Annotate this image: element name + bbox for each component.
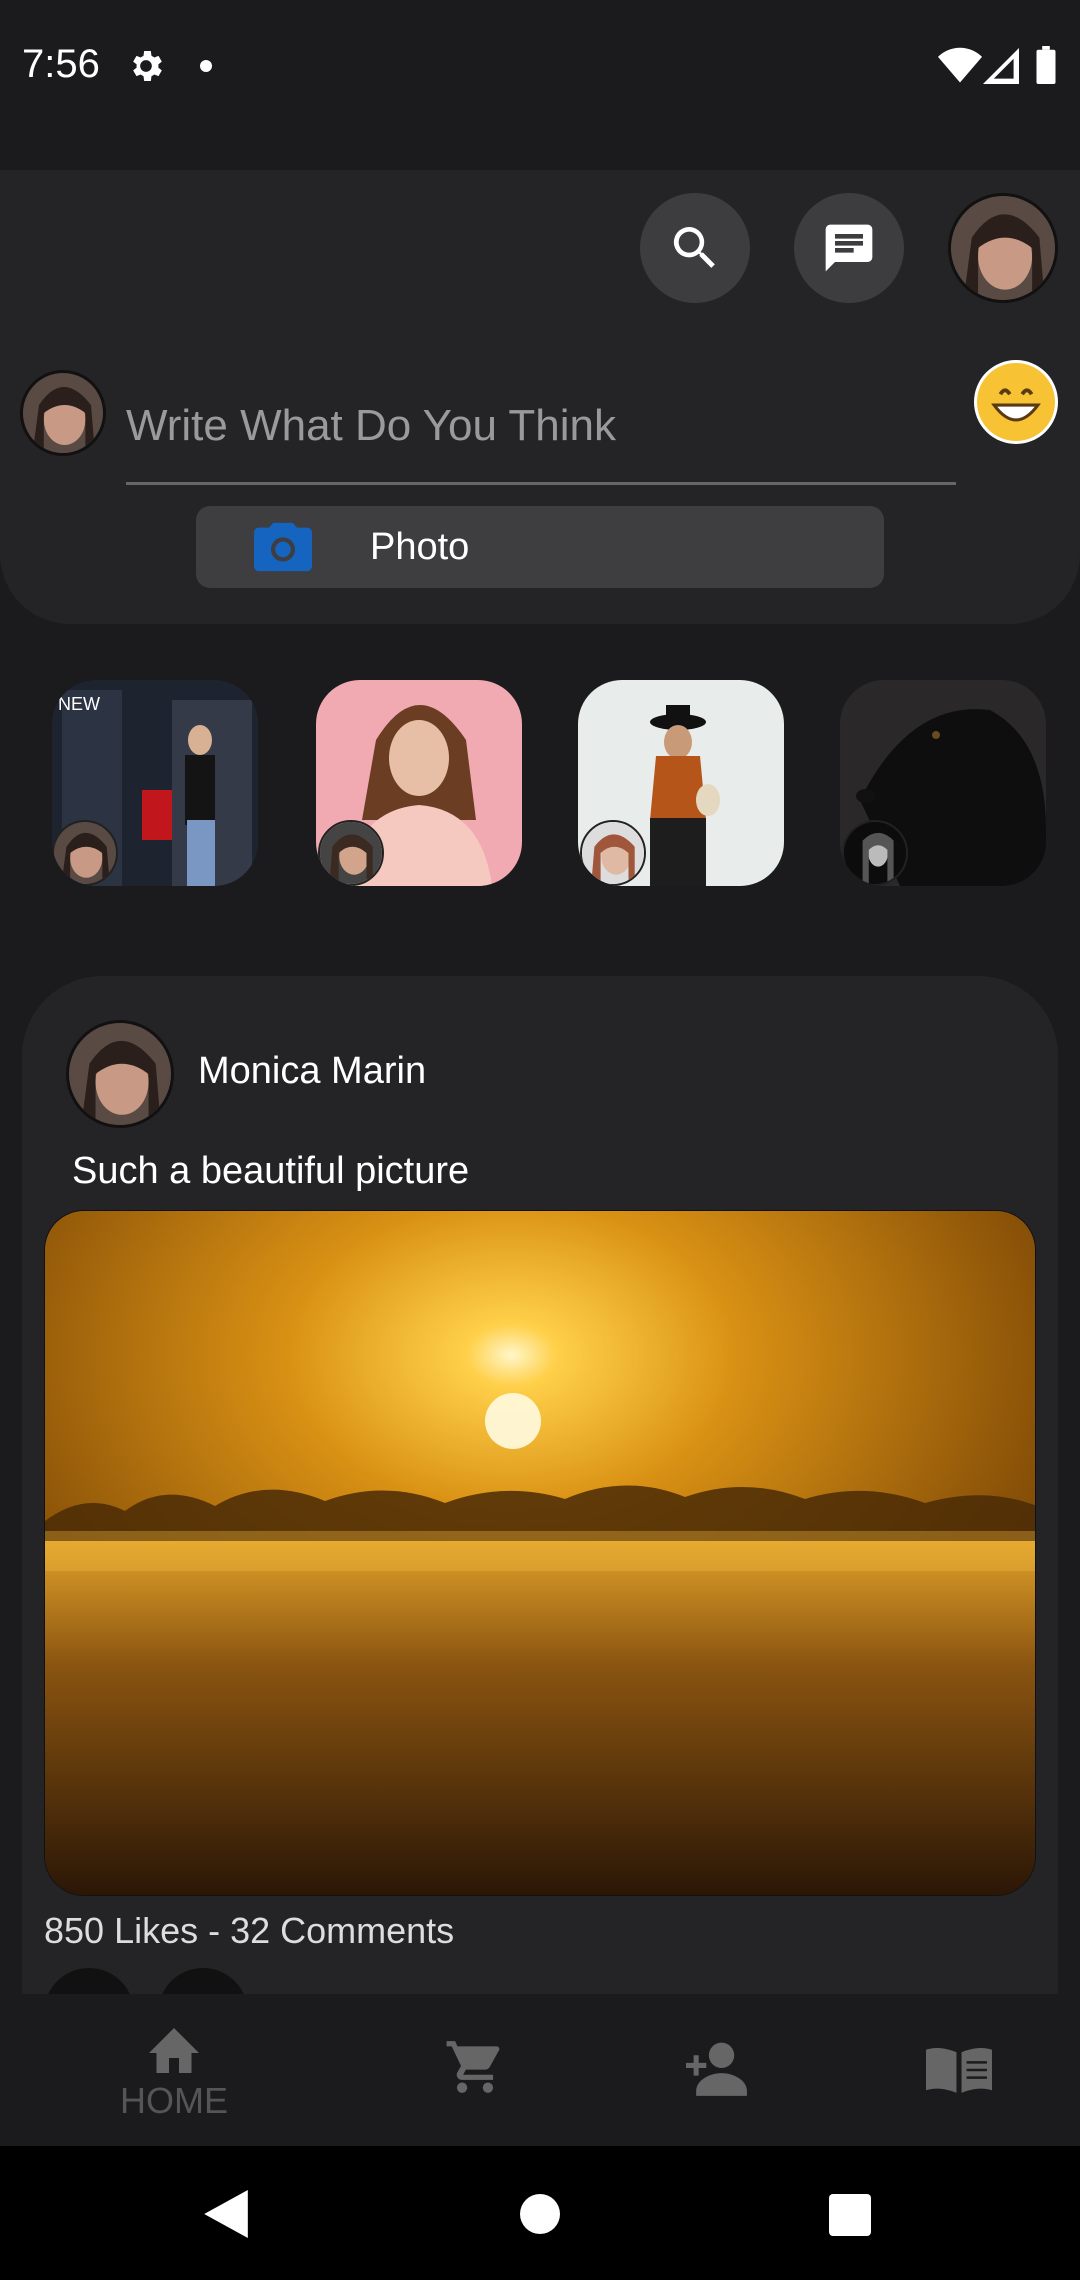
cart-icon xyxy=(446,2041,500,2093)
post-text: Such a beautiful picture xyxy=(72,1150,470,1192)
grinning-emoji-icon xyxy=(978,364,1054,440)
story-street-fashion[interactable]: NEW xyxy=(52,680,258,886)
user-avatar xyxy=(54,822,116,884)
add-photo-button[interactable]: Photo xyxy=(196,506,884,588)
user-avatar xyxy=(23,373,103,453)
add-person-icon xyxy=(686,2042,747,2096)
search-icon xyxy=(673,227,715,268)
user-avatar xyxy=(320,822,382,884)
back-icon[interactable] xyxy=(204,2190,248,2238)
svg-text:NEW: NEW xyxy=(58,694,100,714)
nav-read[interactable] xyxy=(926,2044,992,2096)
profile-avatar-button[interactable] xyxy=(948,193,1058,303)
nav-shop[interactable] xyxy=(444,2036,506,2098)
sunrise-landscape-image xyxy=(45,1211,1035,1895)
emoji-button[interactable] xyxy=(974,360,1058,444)
story-pink-portrait[interactable] xyxy=(316,680,522,886)
post-author-avatar[interactable] xyxy=(66,1020,174,1128)
story-black-dog[interactable] xyxy=(840,680,1046,886)
camera-icon xyxy=(254,522,312,572)
user-avatar xyxy=(951,196,1055,300)
status-time: 7:56 xyxy=(22,42,100,86)
nav-home-label: HOME xyxy=(120,2080,228,2121)
settings-gear-icon xyxy=(133,51,162,81)
composer-avatar xyxy=(20,370,106,456)
home-icon xyxy=(149,2028,199,2073)
recents-square-icon[interactable] xyxy=(829,2194,871,2236)
user-avatar xyxy=(582,822,644,884)
book-icon xyxy=(926,2048,992,2093)
post-stats[interactable]: 850 Likes - 32 Comments xyxy=(44,1910,454,1952)
nav-home[interactable]: HOME xyxy=(120,2020,228,2122)
top-app-bar xyxy=(0,170,1080,326)
post-text-input[interactable] xyxy=(126,370,956,485)
battery-icon xyxy=(1036,46,1056,84)
messages-button[interactable] xyxy=(794,193,904,303)
user-avatar xyxy=(844,822,906,884)
signal-icon xyxy=(983,48,1019,84)
message-icon xyxy=(825,224,873,272)
home-circle-icon[interactable] xyxy=(520,2194,560,2234)
search-button[interactable] xyxy=(640,193,750,303)
post-image[interactable] xyxy=(44,1210,1036,1896)
wifi-icon xyxy=(938,47,982,83)
post-author-name[interactable]: Monica Marin xyxy=(198,1050,426,1093)
story-hijab-fashion[interactable] xyxy=(578,680,784,886)
nav-add-friend[interactable] xyxy=(686,2040,752,2096)
notification-dot-icon xyxy=(200,60,212,72)
user-avatar xyxy=(69,1023,171,1125)
photo-button-label: Photo xyxy=(370,525,470,568)
